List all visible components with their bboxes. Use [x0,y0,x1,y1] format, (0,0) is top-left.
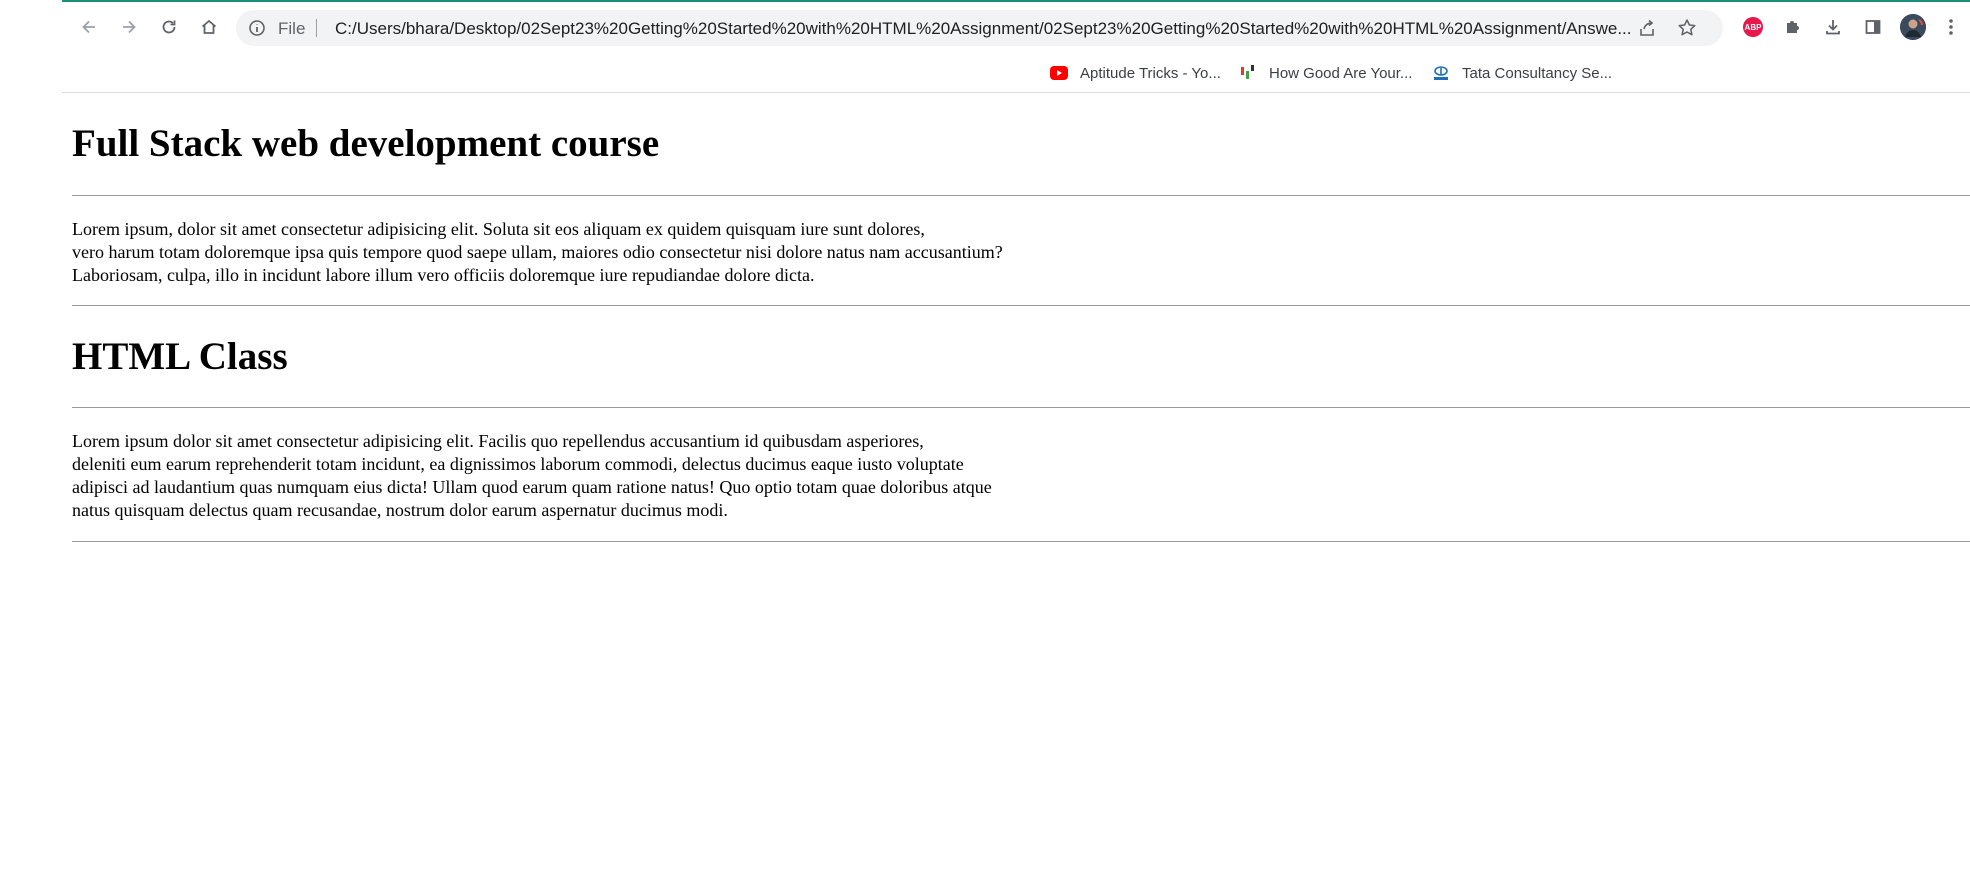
profile-photo-icon [1900,14,1926,40]
bars-icon [1239,64,1257,82]
paragraph-line: natus quisquam delectus quam recusandae,… [72,500,728,520]
paragraph-line: Lorem ipsum dolor sit amet consectetur a… [72,431,924,451]
info-icon[interactable] [248,19,266,37]
url-text[interactable]: C:/Users/bhara/Desktop/02Sept23%20Gettin… [335,19,1632,39]
home-button[interactable] [196,14,222,40]
paragraph-line: deleniti eum earum reprehenderit totam i… [72,454,964,474]
heading-full-stack: Full Stack web development course [72,122,660,165]
avatar [1900,14,1926,40]
tata-icon [1432,64,1450,82]
browser-menu-button[interactable] [1938,14,1964,40]
share-icon[interactable] [1636,17,1658,39]
side-panel-button[interactable] [1860,14,1886,40]
divider [72,305,1970,306]
side-panel-icon [1865,20,1881,34]
reload-icon [162,20,176,34]
paragraph-line: vero harum totam doloremque ipsa quis te… [72,242,1003,262]
downloads-button[interactable] [1820,14,1846,40]
bookmarks-bar: Aptitude Tricks - Yo... How Good Are You… [62,54,1970,93]
divider [72,195,1970,196]
back-button[interactable] [76,14,102,40]
forward-arrow-icon [123,20,136,34]
omnibox-separator [316,19,317,37]
paragraph-line: Laboriosam, culpa, illo in incidunt labo… [72,265,815,285]
puzzle-icon [1787,21,1799,33]
back-arrow-icon [82,20,95,34]
address-bar[interactable]: File C:/Users/bhara/Desktop/02Sept23%20G… [236,10,1723,46]
adblock-extension-button[interactable]: ABP [1740,14,1766,40]
divider [72,407,1970,408]
heading-html-class: HTML Class [72,335,288,378]
extensions-button[interactable] [1780,14,1806,40]
scheme-label: File [278,19,306,38]
reload-button[interactable] [156,14,182,40]
bookmark-item-how-good[interactable]: How Good Are Your... [1239,62,1412,84]
paragraph-line: adipisci ad laudantium quas numquam eius… [72,477,992,497]
bookmark-item-tata[interactable]: Tata Consultancy Se... [1432,62,1612,84]
home-icon [201,19,217,34]
download-icon [1826,20,1840,35]
browser-toolbar: File C:/Users/bhara/Desktop/02Sept23%20G… [62,2,1970,54]
paragraph-line: Lorem ipsum, dolor sit amet consectetur … [72,219,925,239]
bookmark-item-aptitude-tricks[interactable]: Aptitude Tricks - Yo... [1050,62,1221,84]
bookmark-label: How Good Are Your... [1269,64,1413,82]
profile-button[interactable] [1900,14,1926,40]
forward-button[interactable] [116,14,142,40]
divider [72,541,1970,542]
page-content: Full Stack web development course Lorem … [62,93,1970,886]
youtube-icon [1050,64,1068,82]
bookmark-label: Aptitude Tricks - Yo... [1080,64,1221,82]
kebab-menu-icon [1949,19,1953,35]
adblock-icon: ABP [1743,17,1763,37]
bookmark-star-icon[interactable] [1676,17,1698,39]
bookmark-label: Tata Consultancy Se... [1462,64,1613,82]
